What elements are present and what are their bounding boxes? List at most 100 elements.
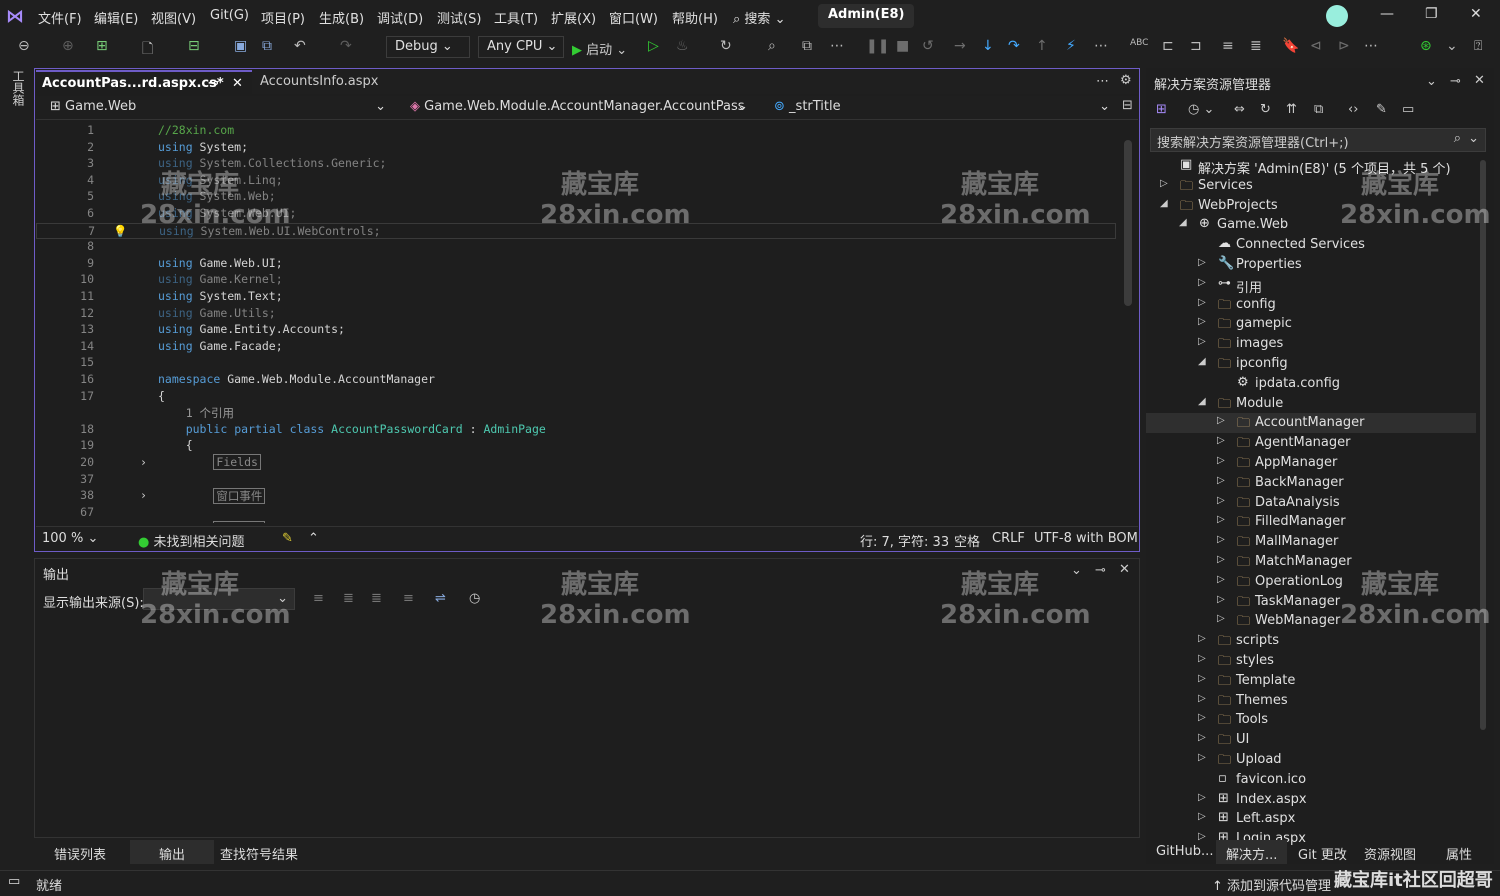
code-line[interactable]: 37 bbox=[36, 472, 1116, 489]
settings-gear-icon[interactable]: ⚙ bbox=[1120, 73, 1132, 88]
menu-item[interactable]: 调试(D) bbox=[377, 8, 423, 27]
restart-icon[interactable]: ↺ bbox=[922, 38, 934, 54]
toolbox-tab[interactable]: 工具箱 bbox=[10, 70, 27, 106]
expand-arrow-icon[interactable]: ▷ bbox=[1217, 415, 1225, 426]
browse-icon[interactable]: ⌕ bbox=[768, 38, 776, 54]
tab-find-symbol-results[interactable]: 查找符号结果 bbox=[210, 840, 308, 864]
code-line[interactable]: 13 using Game.Entity.Accounts; bbox=[36, 322, 1116, 339]
history-icon[interactable]: ◷ ⌄ bbox=[1188, 102, 1214, 117]
tree-item[interactable]: ⚙ ipdata.config bbox=[1146, 374, 1476, 394]
feedback-icon[interactable]: ⍰ bbox=[1474, 38, 1482, 54]
tree-item[interactable]: ▷ 🗀 UI bbox=[1146, 730, 1476, 750]
refresh-icon[interactable]: ↻ bbox=[1260, 102, 1271, 117]
find-message-icon[interactable]: ≡ bbox=[313, 591, 324, 606]
tree-item[interactable]: ▷ 🗀 images bbox=[1146, 334, 1476, 354]
properties-wrench-icon[interactable]: ✎ bbox=[1376, 102, 1387, 117]
close-icon[interactable]: ✕ bbox=[1470, 6, 1482, 22]
menu-item[interactable]: 测试(S) bbox=[437, 8, 481, 27]
split-icon[interactable]: ⊟ bbox=[1122, 98, 1133, 113]
tab-overflow-icon[interactable]: ⋯ bbox=[1096, 74, 1109, 89]
code-line[interactable]: 14 using Game.Facade; bbox=[36, 339, 1116, 356]
menu-item[interactable]: 窗口(W) bbox=[609, 8, 658, 27]
tree-item[interactable]: ▷ 🗀 MatchManager bbox=[1146, 552, 1476, 572]
issues-indicator[interactable]: ● 未找到相关问题 bbox=[138, 531, 245, 550]
expand-arrow-icon[interactable]: ▷ bbox=[1217, 475, 1225, 486]
search-menu[interactable]: ⌕ 搜索 ⌄ bbox=[733, 8, 785, 27]
close-tab-icon[interactable]: ✕ bbox=[232, 76, 243, 91]
menu-item[interactable]: 编辑(E) bbox=[94, 8, 138, 27]
code-line[interactable]: 38 窗口事件 › bbox=[36, 488, 1116, 505]
code-line[interactable]: 10 using Game.Kernel; bbox=[36, 272, 1116, 289]
tab-resource-view[interactable]: 资源视图 bbox=[1354, 840, 1426, 864]
share-dropdown-icon[interactable]: ⌄ bbox=[1446, 38, 1458, 54]
panel-dropdown-icon[interactable]: ⌄ bbox=[1071, 563, 1082, 578]
menu-item[interactable]: 文件(F) bbox=[38, 8, 82, 27]
class-dropdown[interactable]: ◈ Game.Web.Module.AccountManager.Account… bbox=[402, 98, 754, 118]
expand-arrow-icon[interactable]: ▷ bbox=[1217, 554, 1225, 565]
outdent-icon[interactable]: ≣ bbox=[1250, 38, 1262, 54]
switch-views-icon[interactable]: ⊞ bbox=[1156, 102, 1167, 117]
code-line[interactable]: 15 bbox=[36, 355, 1116, 372]
add-to-source-control[interactable]: ↑ 添加到源代码管理 bbox=[1212, 875, 1331, 894]
expand-arrow-icon[interactable]: ▷ bbox=[1198, 277, 1206, 288]
tree-item[interactable]: ▫ favicon.ico bbox=[1146, 770, 1476, 790]
tab-error-list[interactable]: 错误列表 bbox=[44, 840, 116, 864]
code-line[interactable]: 9 using Game.Web.UI; bbox=[36, 256, 1116, 273]
menu-item[interactable]: 项目(P) bbox=[261, 8, 305, 27]
expand-arrow-icon[interactable]: ▷ bbox=[1198, 653, 1206, 664]
code-line[interactable]: 11 using System.Text; bbox=[36, 289, 1116, 306]
tree-item[interactable]: ▷ 🗀 scripts bbox=[1146, 631, 1476, 651]
project-dropdown[interactable]: ⊞ Game.Web ⌄ bbox=[42, 98, 392, 118]
code-line[interactable]: 16 namespace Game.Web.Module.AccountManag… bbox=[36, 372, 1116, 389]
expand-arrow-icon[interactable]: ◢ bbox=[1160, 198, 1168, 209]
prev-bookmark-icon[interactable]: ⊲ bbox=[1310, 38, 1322, 54]
expand-arrow-icon[interactable]: ▷ bbox=[1217, 495, 1225, 506]
back-icon[interactable]: ⊖ bbox=[18, 38, 30, 54]
code-line[interactable]: 2 using System; bbox=[36, 140, 1116, 157]
code-line[interactable]: 19 { bbox=[36, 438, 1116, 455]
tree-item[interactable]: ▷ 🗀 config bbox=[1146, 295, 1476, 315]
code-line[interactable]: 1 个引用 bbox=[36, 405, 1116, 422]
tab-git-changes[interactable]: Git 更改 bbox=[1288, 840, 1357, 864]
tree-item[interactable]: ◢ 🗀 Module bbox=[1146, 394, 1476, 414]
code-line[interactable]: 8 bbox=[36, 239, 1116, 256]
navigate-up-icon[interactable]: ⌃ bbox=[308, 531, 319, 546]
expand-arrow-icon[interactable]: ▷ bbox=[1217, 574, 1225, 585]
expand-arrow-icon[interactable]: ▷ bbox=[1198, 316, 1206, 327]
step-over-icon[interactable]: ↷ bbox=[1008, 38, 1020, 54]
tree-scrollbar[interactable] bbox=[1480, 160, 1486, 730]
redo-icon[interactable]: ↷ bbox=[340, 38, 352, 54]
line-ending[interactable]: CRLF bbox=[992, 531, 1025, 546]
collapse-all-icon[interactable]: ⇈ bbox=[1286, 102, 1297, 117]
tree-item[interactable]: ▷ 🗀 AgentManager bbox=[1146, 433, 1476, 453]
preview-icon[interactable]: ▭ bbox=[1402, 102, 1414, 117]
code-line[interactable]: 68 数据加载 › bbox=[36, 521, 1116, 523]
uncomment-icon[interactable]: ⊐ bbox=[1190, 38, 1202, 54]
stop-icon[interactable]: ■ bbox=[896, 38, 909, 54]
more-icon[interactable]: ⋯ bbox=[830, 38, 844, 54]
expand-arrow-icon[interactable]: ▷ bbox=[1198, 336, 1206, 347]
member-dropdown[interactable]: ⊚ _strTitle ⌄ bbox=[766, 98, 1116, 118]
editor-scrollbar[interactable] bbox=[1124, 140, 1132, 306]
code-line[interactable]: 20 Fields › bbox=[36, 454, 1116, 472]
step-into-icon[interactable]: ↓ bbox=[982, 38, 994, 54]
panel-dropdown-icon[interactable]: ⌄ bbox=[1426, 74, 1437, 89]
tab-accounts-info[interactable]: AccountsInfo.aspx bbox=[254, 70, 384, 94]
platform-dropdown[interactable]: Any CPU ⌄ bbox=[478, 36, 564, 58]
more-edit-icon[interactable]: ⋯ bbox=[1364, 38, 1378, 54]
window-icon[interactable]: ⧉ bbox=[802, 38, 812, 54]
refresh-icon[interactable]: ↻ bbox=[720, 38, 732, 54]
code-line[interactable]: 1 //28xin.com bbox=[36, 123, 1116, 140]
close-panel-icon[interactable]: ✕ bbox=[1474, 73, 1485, 88]
output-window-icon[interactable]: ▭ bbox=[8, 874, 20, 889]
code-line[interactable]: 18 public partial class AccountPasswordC… bbox=[36, 422, 1116, 439]
tree-item[interactable]: ▷ ⊞ Left.aspx bbox=[1146, 809, 1476, 829]
expand-arrow-icon[interactable]: ▷ bbox=[1198, 693, 1206, 704]
tree-item[interactable]: ▷ 🗀 AppManager bbox=[1146, 453, 1476, 473]
lightbulb-icon[interactable]: 💡 bbox=[113, 224, 127, 238]
start-without-debug-icon[interactable]: ▷ bbox=[648, 38, 659, 54]
tab-account-password-card[interactable]: AccountPas...rd.aspx.cs* ⊸ ✕ bbox=[36, 70, 252, 94]
step-out-icon[interactable]: ↑ bbox=[1036, 38, 1048, 54]
tree-item[interactable]: ◢ 🗀 ipconfig bbox=[1146, 354, 1476, 374]
expand-arrow-icon[interactable]: ▷ bbox=[1198, 297, 1206, 308]
